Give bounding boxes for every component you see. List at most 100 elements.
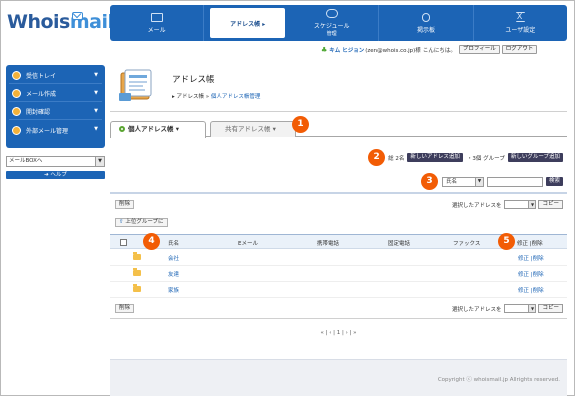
nav-board[interactable]: 掲示板 xyxy=(379,5,474,41)
total-count: 総 2名 xyxy=(388,155,405,162)
nav-schedule[interactable]: スケジュール 管理 xyxy=(285,5,380,41)
column-header-phone: 固定電話 xyxy=(388,241,411,247)
column-header-mobile: 携帯電話 xyxy=(317,241,340,247)
user-bar: ♣ キム ヒジョン (zen@whois.co.jp)様 こんにちは。 プロフィ… xyxy=(321,45,538,54)
sidebar-item-read-receipt[interactable]: 開封確認 ▼ xyxy=(9,104,102,120)
help-button[interactable]: ➔ ヘルプ xyxy=(6,171,105,179)
delete-button-bottom[interactable]: 削除 xyxy=(115,304,135,313)
app-frame: Whoismail メール アドレス帳 ▸ スケジュール 管理 掲示板 ユーザ設… xyxy=(0,0,575,396)
nav-schedule-label: スケジュール xyxy=(313,23,350,30)
breadcrumb: ▸ アドレス帳 » 個人アドレス帳管理 xyxy=(172,92,260,100)
nav-schedule-sublabel: 管理 xyxy=(326,31,337,37)
nav-user-settings-label: ユーザ設定 xyxy=(505,27,536,34)
prev-page-button[interactable]: ‹ xyxy=(329,330,331,336)
search-field-value: 氏名 xyxy=(445,178,457,185)
edit-delete-links[interactable]: 修正 |削除 xyxy=(518,286,544,294)
callout-badge-3: 3 xyxy=(420,173,438,190)
folder-icon xyxy=(133,252,141,260)
schedule-icon xyxy=(325,9,338,18)
sidebar-item-label: 外部メール管理 xyxy=(26,127,69,135)
column-header-actions: 修正 |削除 xyxy=(517,241,543,247)
chevron-down-icon: ▼ xyxy=(94,72,98,78)
group-name-link[interactable]: 会社 xyxy=(168,254,179,262)
breadcrumb-separator: » xyxy=(204,94,211,100)
user-email: (zen@whois.co.jp)様 xyxy=(365,47,421,54)
footer: Copyright ⓒ whoismail.jp Allrights reser… xyxy=(110,359,567,396)
page-title: アドレス帳 xyxy=(172,75,215,85)
search-bar: 3 氏名 ▼ 検索 xyxy=(420,173,563,190)
chevron-down-icon: ▼ xyxy=(95,157,104,166)
nav-board-label: 掲示板 xyxy=(416,26,435,34)
sidebar-item-label: 開封確認 xyxy=(26,109,51,116)
edit-delete-links[interactable]: 修正 |削除 xyxy=(518,254,544,262)
chevron-down-icon: ▼ xyxy=(94,126,98,132)
chevron-down-icon: ▾ xyxy=(270,125,276,133)
section-divider xyxy=(110,318,567,319)
folder-icon xyxy=(133,268,141,276)
new-group-button[interactable]: 新しいグループ追加 xyxy=(507,153,563,162)
move-toolbar: 選択したアドレスを ▼ コピー xyxy=(452,200,563,209)
search-input[interactable] xyxy=(486,176,543,187)
move-target-select[interactable]: ▼ xyxy=(504,200,537,209)
callout-badge-5: 5 xyxy=(498,233,515,250)
search-field-select[interactable]: 氏名 ▼ xyxy=(441,176,484,187)
breadcrumb-address-book[interactable]: アドレス帳 xyxy=(177,94,205,100)
nav-mail[interactable]: メール xyxy=(110,5,205,41)
move-toolbar-bottom: 選択したアドレスを ▼ コピー xyxy=(452,304,563,313)
column-header-email: Eメール xyxy=(238,241,258,247)
select-all-checkbox[interactable] xyxy=(120,239,127,246)
logo-text-whois: Whois xyxy=(7,11,70,33)
sidebar-item-label: 受信トレイ xyxy=(26,73,57,80)
nav-address-book[interactable]: アドレス帳 ▸ xyxy=(210,8,285,38)
tab-shared-label: 共有アドレス帳 xyxy=(225,125,271,133)
sidebar-item-external-mail[interactable]: 外部メール管理 ▼ xyxy=(9,122,102,138)
callout-badge-2: 2 xyxy=(368,149,386,166)
search-button[interactable]: 検索 xyxy=(545,177,563,186)
copy-button[interactable]: コピー xyxy=(538,200,563,209)
nav-user-settings[interactable]: ユーザ設定 xyxy=(474,5,567,41)
nav-address-book-label: アドレス帳 ▸ xyxy=(230,20,266,28)
user-name: キム ヒジョン xyxy=(329,47,365,54)
tab-personal-label: 個人アドレス帳 xyxy=(128,125,174,133)
edit-delete-links[interactable]: 修正 |削除 xyxy=(518,270,544,278)
up-group-label: 上位グループに xyxy=(125,219,164,225)
move-label: 選択したアドレスを xyxy=(451,202,502,209)
sidebar-item-label: メール作成 xyxy=(26,91,57,98)
profile-button[interactable]: プロフィール xyxy=(458,45,500,54)
tab-shared[interactable]: 共有アドレス帳 ▾ xyxy=(210,121,296,137)
chevron-down-icon: ▼ xyxy=(528,305,536,312)
chevron-down-icon: ▼ xyxy=(94,90,98,96)
read-receipt-icon xyxy=(12,107,21,116)
next-page-button[interactable]: › xyxy=(346,330,348,336)
mailbox-select[interactable]: メールBOXへ ▼ xyxy=(6,156,105,167)
chevron-down-icon: ▾ xyxy=(173,125,180,133)
radio-dot-icon xyxy=(119,126,125,132)
count-bar: 2 総 2名 新しいアドレス追加 ・3個 グループ 新しいグループ追加 xyxy=(368,149,563,166)
copyright-text: Copyright ⓒ whoismail.jp Allrights reser… xyxy=(437,377,560,383)
chevron-down-icon: ▼ xyxy=(528,201,536,208)
page-number[interactable]: 1 xyxy=(337,330,341,336)
sidebar-item-compose[interactable]: メール作成 ▼ xyxy=(9,86,102,102)
group-name-link[interactable]: 友達 xyxy=(168,270,179,278)
whoismail-logo[interactable]: Whois mail xyxy=(7,11,114,41)
delete-button[interactable]: 削除 xyxy=(115,200,135,209)
external-mail-icon xyxy=(12,125,21,135)
move-target-select[interactable]: ▼ xyxy=(504,304,537,313)
logout-button[interactable]: ログアウト xyxy=(501,45,538,54)
user-settings-icon xyxy=(515,12,525,22)
nav-mail-label: メール xyxy=(147,26,166,34)
address-book-tabs: 個人アドレス帳 ▾ 共有アドレス帳 ▾ xyxy=(110,121,567,138)
copy-button[interactable]: コピー xyxy=(538,304,563,313)
group-count: ・3個 グループ xyxy=(466,155,505,162)
first-page-button[interactable]: « xyxy=(320,330,323,336)
tab-personal[interactable]: 個人アドレス帳 ▾ xyxy=(110,121,206,138)
sidebar: 受信トレイ ▼ メール作成 ▼ 開封確認 ▼ 外部メール管理 ▼ xyxy=(6,65,105,148)
group-name-link[interactable]: 家族 xyxy=(168,286,179,294)
board-icon xyxy=(421,12,430,22)
user-icon: ♣ xyxy=(321,45,328,54)
chevron-down-icon: ▼ xyxy=(474,177,483,186)
new-address-button[interactable]: 新しいアドレス追加 xyxy=(407,153,463,162)
sidebar-item-inbox[interactable]: 受信トレイ ▼ xyxy=(9,68,102,84)
last-page-button[interactable]: » xyxy=(353,330,356,336)
up-group-button[interactable]: ⇧ 上位グループに xyxy=(115,218,168,227)
